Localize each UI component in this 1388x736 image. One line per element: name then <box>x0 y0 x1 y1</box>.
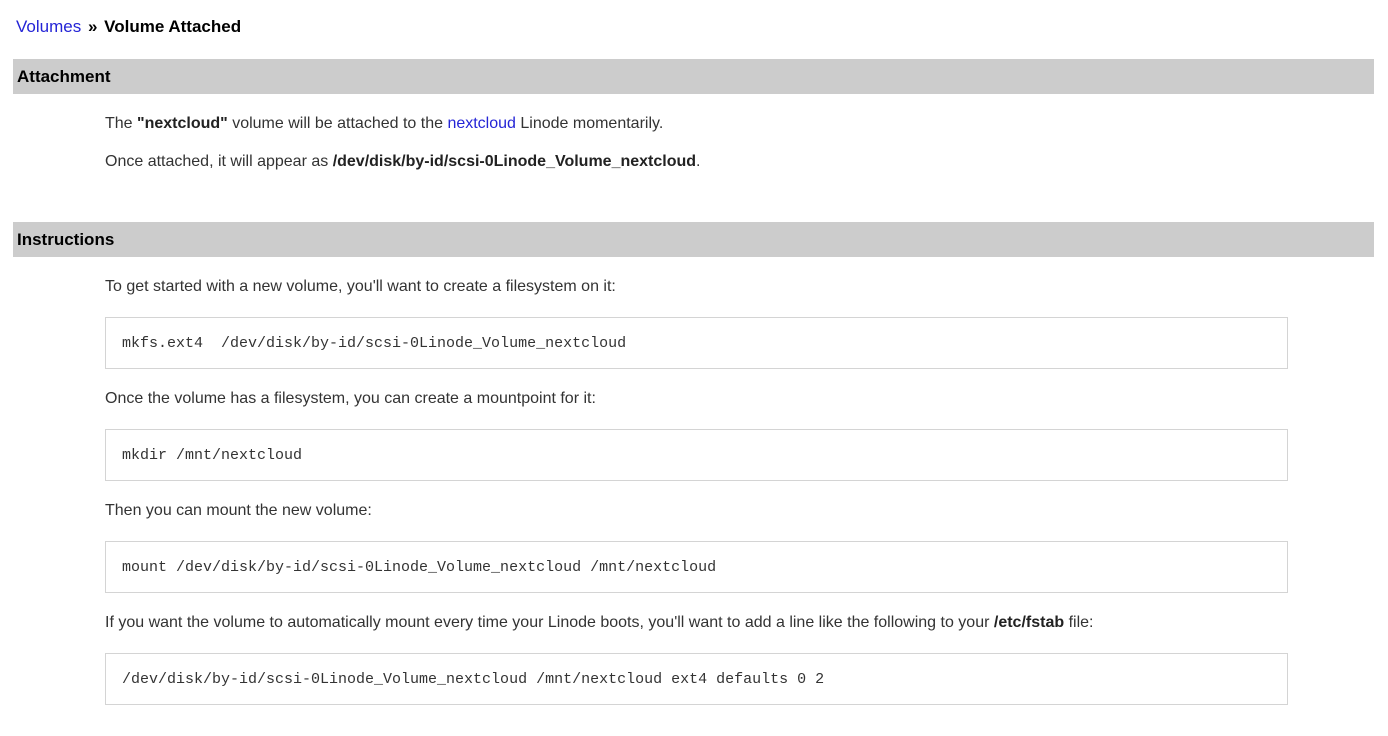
attachment-paragraph-1: The "nextcloud" volume will be attached … <box>105 116 1288 132</box>
instructions-paragraph-mountpoint: Once the volume has a filesystem, you ca… <box>105 391 1288 407</box>
code-block-mkdir: mkdir /mnt/nextcloud <box>105 429 1288 481</box>
section-header-instructions: Instructions <box>13 222 1374 257</box>
breadcrumb: Volumes » Volume Attached <box>0 0 1388 37</box>
attachment-section-body: The "nextcloud" volume will be attached … <box>105 116 1288 170</box>
code-block-mkfs: mkfs.ext4 /dev/disk/by-id/scsi-0Linode_V… <box>105 317 1288 369</box>
text-run: Once attached, it will appear as <box>105 153 333 170</box>
instructions-paragraph-filesystem: To get started with a new volume, you'll… <box>105 279 1288 295</box>
text-run: file: <box>1064 614 1093 631</box>
breadcrumb-current-page: Volume Attached <box>104 17 241 36</box>
nextcloud-linode-link[interactable]: nextcloud <box>447 115 516 132</box>
instructions-paragraph-mount: Then you can mount the new volume: <box>105 503 1288 519</box>
attachment-paragraph-2: Once attached, it will appear as /dev/di… <box>105 154 1288 170</box>
text-run: . <box>696 153 700 170</box>
breadcrumb-separator: » <box>81 17 104 36</box>
instructions-section-body: To get started with a new volume, you'll… <box>105 279 1288 705</box>
instructions-paragraph-fstab: If you want the volume to automatically … <box>105 615 1288 631</box>
breadcrumb-volumes-link[interactable]: Volumes <box>16 17 81 36</box>
fstab-path-bold: /etc/fstab <box>994 614 1064 631</box>
volume-name-bold: "nextcloud" <box>137 115 228 132</box>
section-header-attachment: Attachment <box>13 59 1374 94</box>
code-block-fstab-line: /dev/disk/by-id/scsi-0Linode_Volume_next… <box>105 653 1288 705</box>
text-run: If you want the volume to automatically … <box>105 614 994 631</box>
text-run: volume will be attached to the <box>228 115 448 132</box>
code-block-mount: mount /dev/disk/by-id/scsi-0Linode_Volum… <box>105 541 1288 593</box>
text-run: Linode momentarily. <box>516 115 663 132</box>
text-run: The <box>105 115 137 132</box>
device-path-bold: /dev/disk/by-id/scsi-0Linode_Volume_next… <box>333 153 696 170</box>
